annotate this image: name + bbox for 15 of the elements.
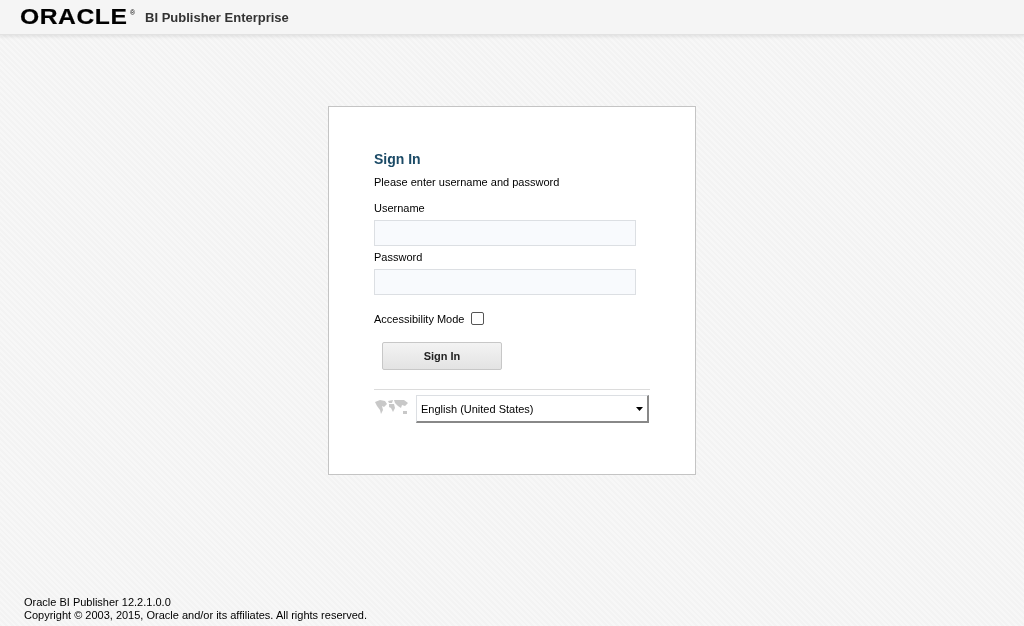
instruction-text: Please enter username and password	[374, 176, 560, 188]
input-field[interactable]	[374, 220, 636, 246]
copyright-text: Copyright © 2003, 2015, Oracle and/or its affiliates. All rights reserved.	[24, 609, 368, 622]
field-label: Password	[374, 251, 424, 263]
sign-in-button[interactable]: Sign In	[382, 342, 502, 370]
version-text: Oracle BI Publisher 12.2.1.0.0	[24, 596, 172, 609]
checkbox-label: Accessibility Mode	[374, 312, 465, 325]
product-name: BI Publisher Enterprise	[145, 9, 289, 25]
accessibility-checkbox[interactable]	[471, 312, 485, 325]
logo-text: ORACLE	[20, 6, 128, 28]
caret-icon	[636, 406, 643, 411]
sign-in-title: Sign In	[374, 151, 421, 167]
input-field[interactable]	[374, 269, 636, 295]
field-label: Username	[374, 202, 426, 214]
language-select[interactable]: English (United States)	[416, 395, 649, 423]
